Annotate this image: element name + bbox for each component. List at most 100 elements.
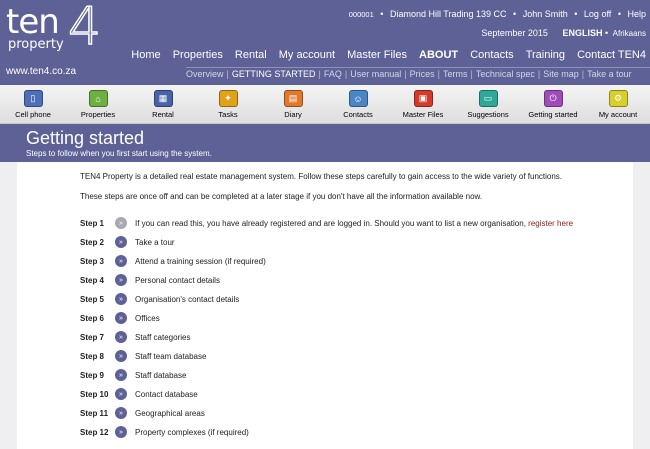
logo-word: ten xyxy=(6,2,60,42)
icon-toolbar: ▯ Cell phone ⌂ Properties ▦ Rental ✦ Tasks ▤ Diar… xyxy=(0,85,650,124)
monitor-icon: ▭ xyxy=(478,90,498,107)
step-arrow-icon: » xyxy=(115,426,127,438)
main-nav: Home Properties Rental My account Master… xyxy=(122,49,646,61)
nav-properties[interactable]: Properties xyxy=(173,49,223,61)
step-link[interactable]: Attend a training session (if required) xyxy=(135,257,266,266)
step-arrow-icon: » xyxy=(115,350,127,362)
step-arrow-icon: » xyxy=(115,312,127,324)
nav-contact-ten4[interactable]: Contact TEN4 xyxy=(577,49,646,61)
person-icon: ☺ xyxy=(348,90,368,107)
nav-rental[interactable]: Rental xyxy=(235,49,267,61)
toolbar-item-rental[interactable]: ▦ Rental xyxy=(130,90,196,119)
language-afrikaans[interactable]: Afrikaans xyxy=(613,29,646,38)
help-link[interactable]: Help xyxy=(627,9,646,19)
logo-digit: 4 xyxy=(67,0,102,57)
step-number: Step 9 xyxy=(80,371,105,380)
date-language-bar: September 2015 ENGLISH • Afrikaans xyxy=(481,28,646,38)
site-url[interactable]: www.ten4.co.za xyxy=(6,66,76,77)
step-text: Offices xyxy=(135,314,160,323)
subnav-terms[interactable]: Terms xyxy=(443,69,468,79)
intro-paragraph: TEN4 Property is a detailed real estate … xyxy=(80,172,563,181)
subnav-user-manual[interactable]: User manual xyxy=(350,69,401,79)
cell-phone-icon: ▯ xyxy=(23,90,43,107)
nav-training[interactable]: Training xyxy=(526,49,565,61)
subnav-getting-started[interactable]: GETTING STARTED xyxy=(232,69,316,79)
step-text: Personal contact details xyxy=(135,276,220,285)
toolbar-item-label: Tasks xyxy=(218,110,238,119)
step-link[interactable]: Personal contact details xyxy=(135,276,220,285)
subnav-divider: | xyxy=(318,69,321,79)
grid-icon: ▦ xyxy=(153,90,173,107)
page-title: Getting started xyxy=(26,128,145,148)
step-link[interactable]: Offices xyxy=(135,314,160,323)
left-rail xyxy=(0,162,17,449)
subnav-take-a-tour[interactable]: Take a tour xyxy=(587,69,632,79)
step-arrow-icon: » xyxy=(115,369,127,381)
step-link[interactable]: Take a tour xyxy=(135,238,175,247)
header: 4 ten property www.ten4.co.za 000001 • D… xyxy=(0,0,650,85)
logoff-link[interactable]: Log off xyxy=(584,9,611,19)
toolbar-item-my-account[interactable]: ⚙ My account xyxy=(585,90,650,119)
toolbar-item-label: Contacts xyxy=(343,110,373,119)
page-subtitle: Steps to follow when you first start usi… xyxy=(26,149,212,158)
step-number: Step 8 xyxy=(80,352,105,361)
step-text: Staff team database xyxy=(135,352,207,361)
step-link: If you can read this, you have already r… xyxy=(135,219,573,228)
step-arrow-icon: » xyxy=(115,274,127,286)
toolbar-item-suggestions[interactable]: ▭ Suggestions xyxy=(455,90,521,119)
toolbar-item-cell-phone[interactable]: ▯ Cell phone xyxy=(0,90,66,119)
toolbar-item-label: Diary xyxy=(284,110,302,119)
toolbar-item-contacts[interactable]: ☺ Contacts xyxy=(325,90,391,119)
step-link[interactable]: Property complexes (if required) xyxy=(135,428,249,437)
subnav-overview[interactable]: Overview xyxy=(186,69,224,79)
subnav-site-map[interactable]: Site map xyxy=(543,69,579,79)
step-number: Step 4 xyxy=(80,276,105,285)
step-text: Geographical areas xyxy=(135,409,205,418)
nav-contacts[interactable]: Contacts xyxy=(470,49,513,61)
bullet-sep: • xyxy=(513,9,517,19)
step-text: Take a tour xyxy=(135,238,175,247)
nav-home[interactable]: Home xyxy=(131,49,160,61)
language-english[interactable]: ENGLISH xyxy=(562,28,602,38)
subnav-prices[interactable]: Prices xyxy=(410,69,435,79)
step-number: Step 11 xyxy=(80,409,109,418)
ten4-logo[interactable]: 4 ten property xyxy=(6,0,106,57)
files-icon: ▣ xyxy=(413,90,433,107)
step-link[interactable]: Organisation's contact details xyxy=(135,295,239,304)
subnav-divider: | xyxy=(470,69,473,79)
nav-master-files[interactable]: Master Files xyxy=(347,49,407,61)
step-link[interactable]: Staff team database xyxy=(135,352,206,361)
nav-my-account[interactable]: My account xyxy=(279,49,335,61)
step-number: Step 1 xyxy=(80,219,105,228)
toolbar-item-diary[interactable]: ▤ Diary xyxy=(260,90,326,119)
user-name[interactable]: John Smith xyxy=(523,9,568,19)
subnav-technical-spec[interactable]: Technical spec xyxy=(476,69,535,79)
register-here-link[interactable]: register here xyxy=(528,219,573,228)
step-number: Step 6 xyxy=(80,314,105,323)
step-arrow-icon: » xyxy=(115,407,127,419)
intro-section: TEN4 Property is a detailed real estate … xyxy=(80,172,620,202)
toolbar-item-properties[interactable]: ⌂ Properties xyxy=(65,90,131,119)
right-rail xyxy=(633,162,650,449)
nav-about[interactable]: ABOUT xyxy=(419,49,458,61)
toolbar-item-getting-started[interactable]: ⏻ Getting started xyxy=(520,90,586,119)
step-arrow-icon: » xyxy=(115,255,127,267)
step-arrow-icon: » xyxy=(115,388,127,400)
step-number: Step 10 xyxy=(80,390,109,399)
toolbar-item-master-files[interactable]: ▣ Master Files xyxy=(390,90,456,119)
step-link[interactable]: Staff categories xyxy=(135,333,190,342)
step-text: Staff categories xyxy=(135,333,191,342)
step-link[interactable]: Contact database xyxy=(135,390,198,399)
step-link[interactable]: Geographical areas xyxy=(135,409,205,418)
step-arrow-icon: » xyxy=(115,331,127,343)
step-link[interactable]: Staff database xyxy=(135,371,186,380)
company-name[interactable]: Diamond Hill Trading 139 CC xyxy=(390,9,507,19)
account-bar: 000001 • Diamond Hill Trading 139 CC • J… xyxy=(345,9,646,19)
step-number: Step 5 xyxy=(80,295,105,304)
step-text: Contact database xyxy=(135,390,198,399)
intro-paragraph: These steps are once off and can be comp… xyxy=(80,192,483,201)
subnav-divider: | xyxy=(226,69,229,79)
subnav-faq[interactable]: FAQ xyxy=(324,69,342,79)
current-date: September 2015 xyxy=(481,28,548,38)
toolbar-item-tasks[interactable]: ✦ Tasks xyxy=(195,90,261,119)
